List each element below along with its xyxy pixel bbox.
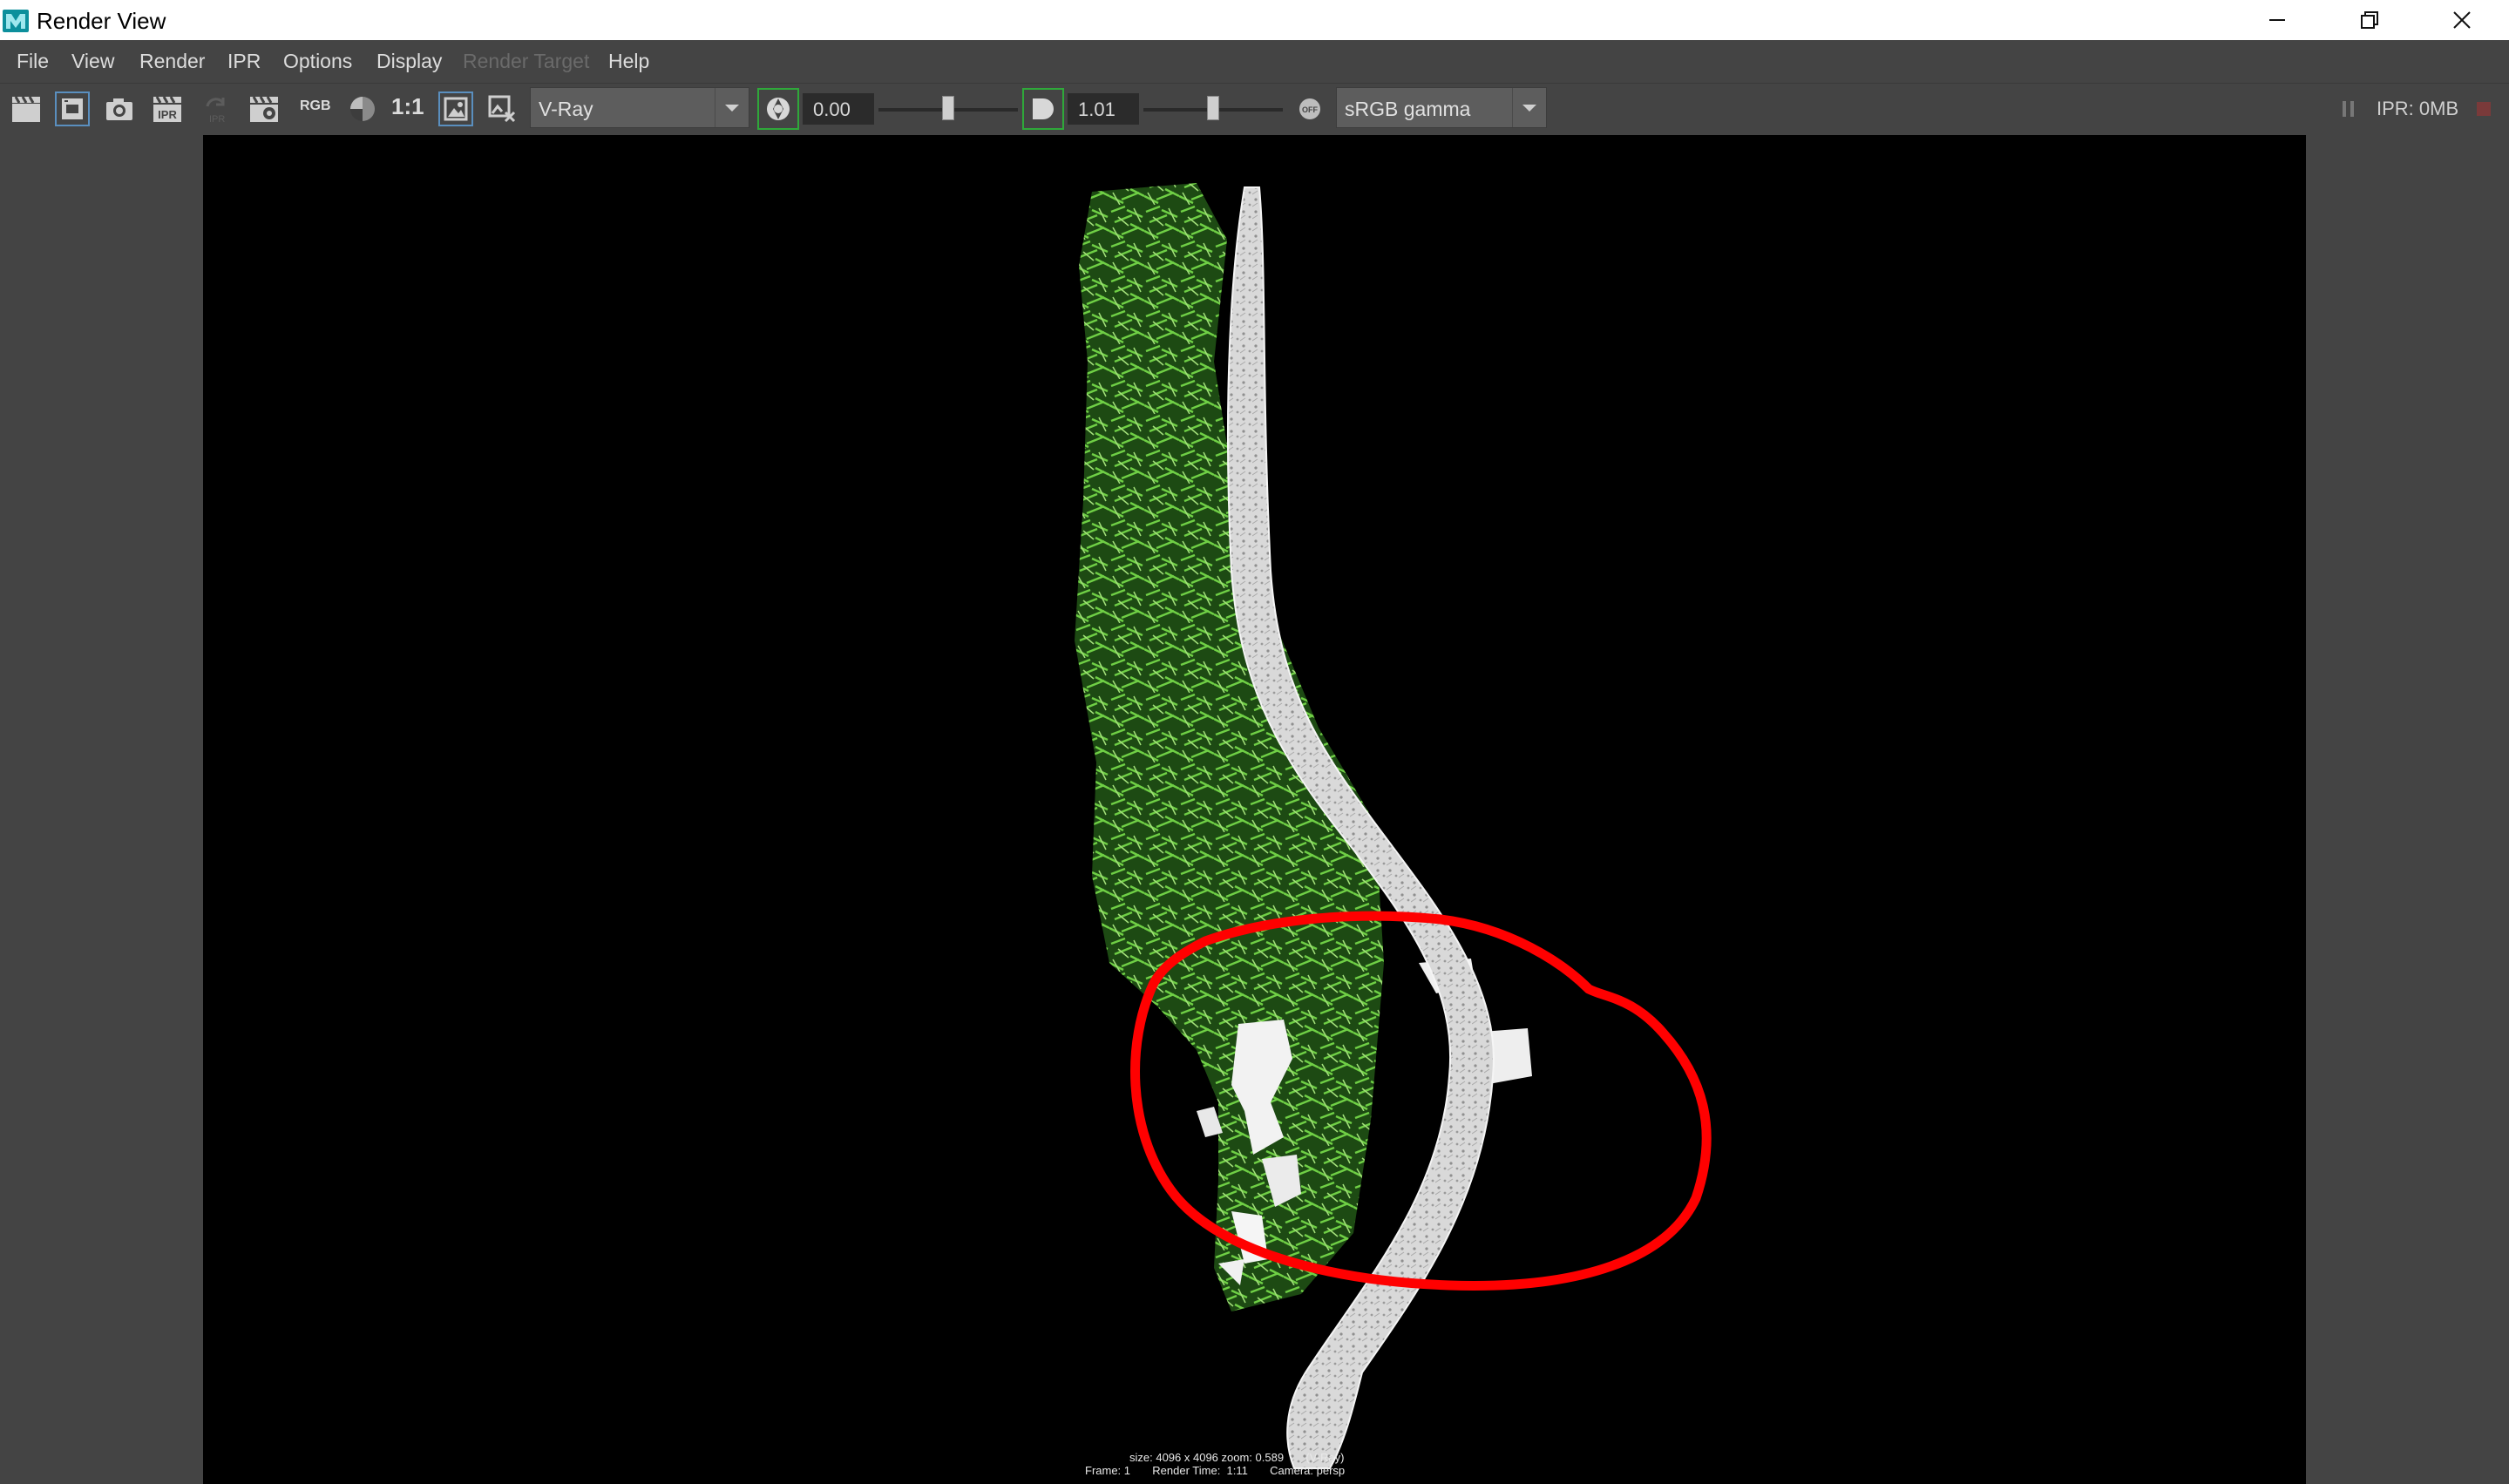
render-info-frame: Frame: 1 Render Time: 1:11 Camera: persp xyxy=(1085,1464,1346,1477)
pause-ipr-button[interactable] xyxy=(2336,91,2362,126)
restore-icon xyxy=(2361,11,2378,29)
refresh-ipr-icon: IPR xyxy=(206,98,225,124)
menu-ipr[interactable]: IPR xyxy=(227,50,261,73)
view-transform-off-button[interactable]: OFF xyxy=(1292,91,1327,126)
picture-icon xyxy=(444,97,468,121)
gamma-toggle-button[interactable] xyxy=(1022,88,1064,130)
render-info-size: size: 4096 x 4096 zoom: 0.589 (V-Ray) xyxy=(1129,1451,1345,1464)
minimize-icon xyxy=(2269,19,2285,21)
off-label: OFF xyxy=(1302,105,1318,114)
menu-view[interactable]: View xyxy=(71,50,114,73)
ipr-disabled-label: IPR xyxy=(209,114,225,124)
remove-image-icon xyxy=(488,95,516,123)
title-bar: Render View xyxy=(0,0,2509,40)
rendered-tree-image xyxy=(1075,183,1712,1469)
maya-app-icon xyxy=(2,6,31,34)
pause-icon xyxy=(2343,101,2354,117)
ipr-render-button[interactable]: IPR xyxy=(150,91,185,126)
exposure-value: 0.00 xyxy=(813,98,851,120)
close-icon xyxy=(2453,11,2471,29)
aperture-icon xyxy=(767,98,790,120)
redo-render-button[interactable] xyxy=(9,91,44,126)
off-toggle-icon: OFF xyxy=(1299,98,1320,119)
close-button[interactable] xyxy=(2418,0,2506,40)
exposure-toggle-button[interactable] xyxy=(757,88,799,130)
render-settings-icon xyxy=(250,96,278,122)
menu-display[interactable]: Display xyxy=(376,50,442,73)
alpha-channel-icon xyxy=(350,97,375,121)
menu-file[interactable]: File xyxy=(17,50,49,73)
colorspace-value: sRGB gamma xyxy=(1345,98,1471,120)
exposure-slider-handle[interactable] xyxy=(942,96,954,120)
minimize-button[interactable] xyxy=(2234,0,2321,40)
menu-options[interactable]: Options xyxy=(283,50,352,73)
stop-icon xyxy=(2477,102,2491,116)
window-title: Render View xyxy=(37,8,166,34)
display-image-button[interactable] xyxy=(438,91,473,126)
restore-button[interactable] xyxy=(2326,0,2413,40)
render-region-button[interactable] xyxy=(55,91,90,126)
clapperboard-icon xyxy=(12,96,40,122)
menu-render-target: Render Target xyxy=(463,50,590,72)
camera-icon xyxy=(106,98,132,120)
render-image[interactable]: size: 4096 x 4096 zoom: 0.589 (V-Ray) Fr… xyxy=(203,135,2306,1484)
alpha-channel-button[interactable] xyxy=(345,91,380,126)
exposure-field[interactable]: 0.00 xyxy=(803,93,874,125)
render-settings-button[interactable] xyxy=(247,91,281,126)
gamma-slider-handle[interactable] xyxy=(1207,96,1219,120)
chevron-down-icon xyxy=(1512,88,1546,127)
svg-text:IPR: IPR xyxy=(158,108,177,121)
rgb-channel-button[interactable]: RGB xyxy=(300,98,331,114)
menu-help[interactable]: Help xyxy=(608,50,649,73)
chevron-down-icon xyxy=(715,88,749,127)
colorspace-dropdown[interactable]: sRGB gamma xyxy=(1336,87,1547,128)
stop-ipr-button[interactable] xyxy=(2471,91,2497,126)
render-toolbar: IPR IPR RGB 1:1 V-Ray 0.00 1.01 OFF sRGB… xyxy=(0,84,2509,134)
menu-render[interactable]: Render xyxy=(139,50,205,73)
remove-image-button[interactable] xyxy=(485,91,519,126)
renderer-dropdown[interactable]: V-Ray xyxy=(530,87,749,128)
snapshot-button[interactable] xyxy=(102,91,137,126)
gamma-value: 1.01 xyxy=(1078,98,1115,120)
renderer-value: V-Ray xyxy=(539,98,593,120)
render-region-icon xyxy=(62,98,83,119)
refresh-ipr-button: IPR xyxy=(198,91,233,126)
ipr-clapper-icon: IPR xyxy=(153,96,181,122)
real-size-button[interactable]: 1:1 xyxy=(391,93,424,120)
menu-bar: File View Render IPR Options Display Ren… xyxy=(0,40,2509,84)
gamma-field[interactable]: 1.01 xyxy=(1068,93,1139,125)
gamma-icon xyxy=(1033,98,1054,119)
render-viewport[interactable]: size: 4096 x 4096 zoom: 0.589 (V-Ray) Fr… xyxy=(0,135,2509,1484)
ipr-memory-readout: IPR: 0MB xyxy=(2377,98,2459,119)
